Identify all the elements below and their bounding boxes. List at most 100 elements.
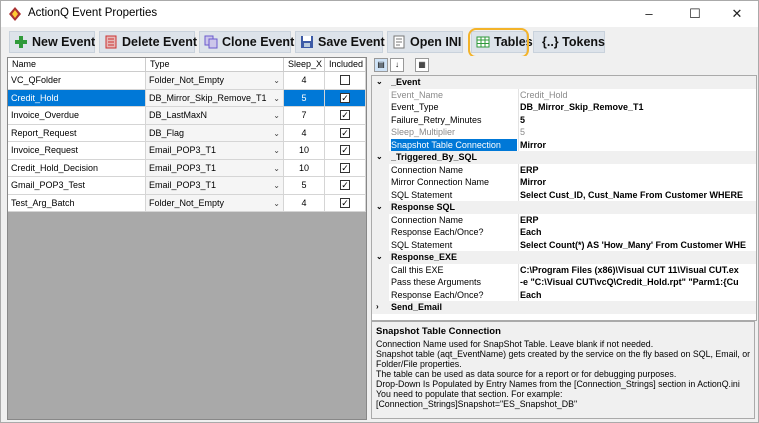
property-category[interactable]: ⌄ Response SQL [372,201,756,214]
table-row[interactable]: Invoice_Request Email_POP3_T1 ⌄ 10 ✓ [8,142,366,160]
maximize-button[interactable]: ☐ [673,1,717,27]
event-name-cell[interactable]: Invoice_Request [8,142,146,160]
sleep-cell[interactable]: 10 [284,159,325,177]
property-row[interactable]: Failure_Retry_Minutes 5 [372,113,756,126]
property-value[interactable]: 5 [518,126,756,139]
property-value[interactable]: -e "C:\Visual CUT\vcQ\Credit_Hold.rpt" "… [518,276,756,289]
chevron-down-icon[interactable]: ⌄ [273,177,280,194]
included-checkbox[interactable]: ✓ [340,197,350,208]
close-button[interactable]: ✕ [715,1,759,27]
included-checkbox[interactable]: ✓ [340,92,350,103]
chevron-down-icon[interactable]: ⌄ [273,160,280,177]
sleep-cell[interactable]: 4 [284,194,325,212]
property-row[interactable]: Snapshot Table Connection Mirror [372,138,756,151]
property-row[interactable]: Pass these Arguments -e "C:\Visual CUT\vc… [372,276,756,289]
chevron-down-icon[interactable]: ⌄ [273,107,280,124]
table-row[interactable]: Test_Arg_Batch Folder_Not_Empty ⌄ 4 ✓ [8,194,366,212]
event-type-dropdown[interactable]: DB_Mirror_Skip_Remove_T1 ⌄ [146,89,284,107]
property-pages-icon[interactable]: ▦ [415,58,429,72]
sleep-cell[interactable]: 7 [284,107,325,125]
property-category[interactable]: ⌄ _Triggered_By_SQL [372,151,756,164]
column-header-type[interactable]: Type [146,58,284,72]
property-value[interactable]: Each [518,226,756,239]
property-row[interactable]: Response Each/Once? Each [372,288,756,301]
event-name-cell[interactable]: Credit_Hold [8,89,146,107]
save-event-button[interactable]: Save Event [295,31,385,53]
event-type-dropdown[interactable]: Folder_Not_Empty ⌄ [146,194,284,212]
chevron-down-icon[interactable]: ⌄ [273,72,280,89]
tokens-button[interactable]: {..} Tokens [533,31,605,53]
event-name-cell[interactable]: Test_Arg_Batch [8,194,146,212]
event-type-dropdown[interactable]: Folder_Not_Empty ⌄ [146,72,284,90]
event-type-dropdown[interactable]: Email_POP3_T1 ⌄ [146,159,284,177]
chevron-down-icon[interactable]: ⌄ [273,125,280,142]
expander-icon[interactable]: › [376,301,379,314]
property-row[interactable]: SQL Statement Select Count(*) AS 'How_Man… [372,238,756,251]
sleep-cell[interactable]: 10 [284,142,325,160]
event-name-cell[interactable]: Invoice_Overdue [8,107,146,125]
expander-icon[interactable]: ⌄ [376,251,383,264]
property-category[interactable]: ⌄ Response_EXE [372,251,756,264]
property-row[interactable]: Response Each/Once? Each [372,226,756,239]
chevron-down-icon[interactable]: ⌄ [273,142,280,159]
property-value[interactable]: 5 [518,113,756,126]
property-value[interactable]: ERP [518,163,756,176]
property-row[interactable]: Connection Name ERP [372,213,756,226]
included-checkbox[interactable]: ✓ [340,162,350,173]
included-checkbox[interactable]: ✓ [340,110,350,120]
table-row[interactable]: Invoice_Overdue DB_LastMaxN ⌄ 7 ✓ [8,107,366,125]
property-value[interactable]: C:\Program Files (x86)\Visual CUT 11\Vis… [518,263,756,276]
sleep-cell[interactable]: 4 [284,72,325,90]
sleep-cell[interactable]: 5 [284,89,325,107]
property-category[interactable]: ⌄ _Event [372,76,756,89]
property-row[interactable]: Event_Type DB_Mirror_Skip_Remove_T1 [372,101,756,114]
property-value[interactable]: ERP [518,213,756,226]
property-row[interactable]: SQL Statement Select Cust_ID, Cust_Name F… [372,188,756,201]
event-name-cell[interactable]: VC_QFolder [8,72,146,90]
table-row[interactable]: VC_QFolder Folder_Not_Empty ⌄ 4 [8,72,366,90]
event-name-cell[interactable]: Credit_Hold_Decision [8,159,146,177]
property-value[interactable]: Each [518,288,756,301]
categorized-icon[interactable]: ▤ [374,58,388,72]
property-row[interactable]: Event_Name Credit_Hold [372,88,756,101]
property-value[interactable]: DB_Mirror_Skip_Remove_T1 [518,101,756,114]
property-row[interactable]: Sleep_Multiplier 5 [372,126,756,139]
event-type-dropdown[interactable]: Email_POP3_T1 ⌄ [146,177,284,195]
property-category[interactable]: › Send_Email [372,301,756,314]
event-type-dropdown[interactable]: Email_POP3_T1 ⌄ [146,142,284,160]
included-checkbox[interactable]: ✓ [340,180,350,190]
property-row[interactable]: Connection Name ERP [372,163,756,176]
column-header-included[interactable]: Included [325,58,366,72]
event-name-cell[interactable]: Gmail_POP3_Test [8,177,146,195]
new-event-button[interactable]: New Event [9,31,95,53]
event-name-cell[interactable]: Report_Request [8,124,146,142]
property-value[interactable]: Mirror [518,176,756,189]
sleep-cell[interactable]: 4 [284,124,325,142]
expander-icon[interactable]: ⌄ [376,151,383,164]
column-header-sleep[interactable]: Sleep_X [284,58,325,72]
included-checkbox[interactable]: ✓ [340,127,350,138]
delete-event-button[interactable]: Delete Event [99,31,197,53]
property-value[interactable]: Credit_Hold [518,88,756,101]
property-value[interactable]: Mirror [518,138,756,151]
chevron-down-icon[interactable]: ⌄ [273,195,280,212]
property-row[interactable]: Mirror Connection Name Mirror [372,176,756,189]
chevron-down-icon[interactable]: ⌄ [273,90,280,107]
open-ini-button[interactable]: Open INI [387,31,463,53]
table-row[interactable]: Gmail_POP3_Test Email_POP3_T1 ⌄ 5 ✓ [8,177,366,195]
property-value[interactable]: Select Cust_ID, Cust_Name From Customer … [518,188,756,201]
minimize-button[interactable]: – [627,1,671,27]
clone-event-button[interactable]: Clone Event [199,31,294,53]
column-header-name[interactable]: Name [8,58,146,72]
sleep-cell[interactable]: 5 [284,177,325,195]
expander-icon[interactable]: ⌄ [376,201,383,214]
alphabetical-icon[interactable]: ↓ [390,58,404,72]
property-row[interactable]: Call this EXE C:\Program Files (x86)\Visu… [372,263,756,276]
event-type-dropdown[interactable]: DB_Flag ⌄ [146,124,284,142]
included-checkbox[interactable] [340,75,350,85]
included-checkbox[interactable]: ✓ [340,145,350,155]
table-row[interactable]: Credit_Hold_Decision Email_POP3_T1 ⌄ 10 ✓ [8,159,366,177]
expander-icon[interactable]: ⌄ [376,76,383,89]
table-row[interactable]: Credit_Hold DB_Mirror_Skip_Remove_T1 ⌄ 5 ✓ [8,89,366,107]
property-value[interactable]: Select Count(*) AS 'How_Many' From Custo… [518,238,756,251]
